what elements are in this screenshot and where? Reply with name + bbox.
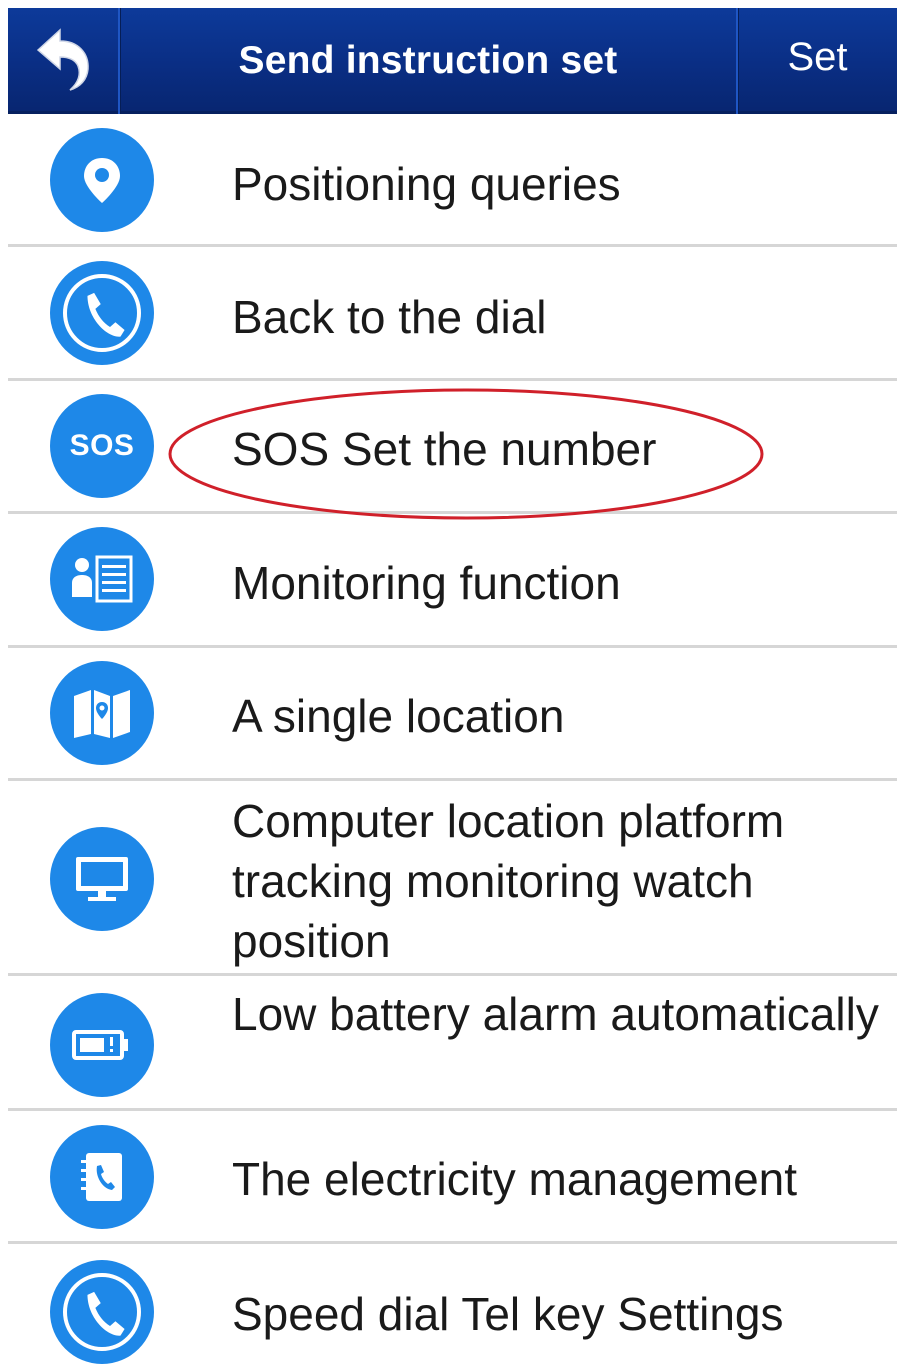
battery-icon xyxy=(50,993,154,1097)
location-pin-icon xyxy=(50,128,154,232)
instruction-list: Positioning queries Back to the dial SOS… xyxy=(8,114,897,1369)
page-title: Send instruction set xyxy=(238,39,618,82)
title-bar: Send instruction set Set xyxy=(8,8,897,114)
monitor-icon xyxy=(50,827,154,931)
set-button[interactable]: Set xyxy=(738,8,897,114)
list-item-label: SOS Set the number xyxy=(232,423,657,475)
list-item-single-location[interactable]: A single location xyxy=(8,648,897,781)
list-item-label: A single location xyxy=(232,690,565,742)
phonebook-icon xyxy=(50,1125,154,1229)
list-item-label: Computer location platform tracking moni… xyxy=(232,795,785,967)
back-arrow-icon xyxy=(32,24,94,99)
contact-list-icon xyxy=(50,527,154,631)
list-item-computer-location[interactable]: Computer location platform tracking moni… xyxy=(8,781,897,976)
phone-icon xyxy=(50,261,154,365)
map-icon xyxy=(50,661,154,765)
back-button[interactable] xyxy=(8,8,118,114)
list-item-label: Speed dial Tel key Settings xyxy=(232,1288,784,1340)
list-item-monitoring-function[interactable]: Monitoring function xyxy=(8,514,897,648)
list-item-label: Positioning queries xyxy=(232,158,621,210)
list-item-back-to-dial[interactable]: Back to the dial xyxy=(8,247,897,381)
list-item-low-battery-alarm[interactable]: Low battery alarm automatically xyxy=(8,976,897,1111)
list-item-sos-set-number[interactable]: SOS SOS Set the number xyxy=(8,381,897,514)
app-screen: Send instruction set Set Positioning que… xyxy=(8,8,897,1365)
list-item-speed-dial[interactable]: Speed dial Tel key Settings xyxy=(8,1244,897,1369)
phone-icon xyxy=(50,1260,154,1364)
sos-icon-text: SOS xyxy=(69,429,135,462)
list-item-positioning-queries[interactable]: Positioning queries xyxy=(8,114,897,247)
list-item-label: The electricity management xyxy=(232,1153,798,1205)
list-item-electricity-management[interactable]: The electricity management xyxy=(8,1111,897,1244)
list-item-label: Monitoring function xyxy=(232,557,621,609)
list-item-label: Back to the dial xyxy=(232,291,547,343)
sos-icon: SOS xyxy=(50,394,154,498)
list-item-label: Low battery alarm automatically xyxy=(232,988,879,1040)
